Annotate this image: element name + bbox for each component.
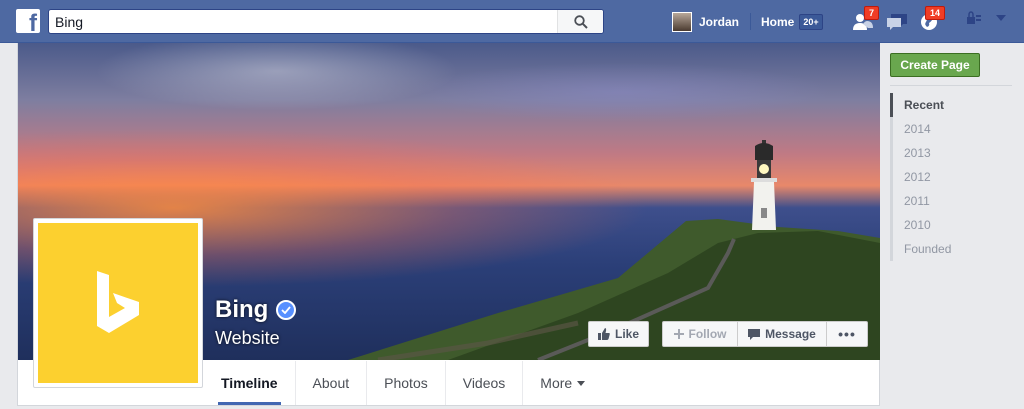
user-name: Jordan [699,15,740,29]
tab-more[interactable]: More [523,361,602,405]
tab-photos[interactable]: Photos [367,361,446,405]
nav-divider [750,13,751,30]
messages-button[interactable] [884,10,910,34]
year-item-2010[interactable]: 2010 [890,213,1012,237]
timeline-year-nav: Recent 2014 2013 2012 2011 2010 Founded [890,93,1012,261]
page-title-row: Bing [215,296,297,324]
create-page-button[interactable]: Create Page [890,53,980,77]
year-item-2012[interactable]: 2012 [890,165,1012,189]
more-actions-button[interactable]: ••• [826,321,868,347]
ellipsis-icon: ••• [838,326,856,342]
profile-picture[interactable] [33,218,203,388]
profile-link[interactable]: Jordan [672,11,739,33]
search-button[interactable] [557,10,603,33]
year-item-2014[interactable]: 2014 [890,117,1012,141]
home-link[interactable]: Home 20+ [761,11,823,33]
thumbs-up-icon [597,328,610,340]
tab-videos[interactable]: Videos [446,361,524,405]
home-count-badge: 20+ [799,14,823,30]
caret-down-icon [577,380,586,386]
privacy-settings-button[interactable] [966,11,1006,25]
tab-about[interactable]: About [296,361,368,405]
plus-icon [673,329,684,339]
friend-requests-badge: 7 [863,6,879,20]
like-button[interactable]: Like [588,321,649,347]
verified-badge-icon [276,300,297,320]
follow-button[interactable]: Follow [662,321,738,347]
magnifier-icon [573,14,588,29]
top-navigation-bar: f Jordan Home 20+ 7 14 [0,0,1024,43]
year-item-2013[interactable]: 2013 [890,141,1012,165]
sidebar-divider [890,85,1012,86]
search-input[interactable] [49,10,559,33]
chevron-down-icon [996,15,1006,21]
message-icon [748,328,761,340]
privacy-lock-icon [967,11,981,24]
tab-timeline[interactable]: Timeline [204,361,296,405]
page-category: Website [215,328,280,348]
user-avatar [672,12,692,32]
year-item-founded[interactable]: Founded [890,237,1012,261]
facebook-logo-icon[interactable]: f [16,9,40,36]
friend-requests-button[interactable]: 7 [850,6,879,34]
messages-icon [887,14,907,30]
page-header-card: Bing Website Like Follow Message ••• Tim… [17,43,880,406]
search-box [48,9,604,34]
notifications-button[interactable]: 14 [916,6,945,34]
bing-logo-icon [97,271,139,333]
notifications-badge: 14 [924,6,945,20]
year-item-recent[interactable]: Recent [890,93,1012,117]
home-label: Home [761,15,795,29]
lighthouse-icon [751,140,777,230]
message-button[interactable]: Message [737,321,827,347]
year-item-2011[interactable]: 2011 [890,189,1012,213]
page-tabs: Timeline About Photos Videos More [204,361,602,405]
page-title[interactable]: Bing [215,296,268,324]
